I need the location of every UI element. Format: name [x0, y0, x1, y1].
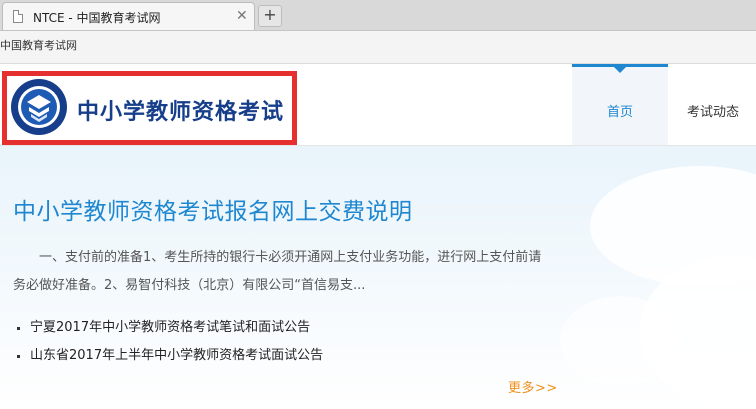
close-icon[interactable]: ✕ — [236, 8, 248, 24]
chat-bubble-icon[interactable] — [698, 379, 732, 405]
browser-tab[interactable]: NTCE - 中国教育考试网 ✕ — [2, 2, 255, 30]
article-summary: 一、支付前的准备1、考生所持的银行卡必须开通网上支付业务功能，进行网上支付前请务… — [13, 250, 542, 293]
more-link[interactable]: 更多>> — [508, 377, 558, 396]
site-header: 中小学教师资格考试 首页 考试动态 — [0, 64, 756, 146]
new-tab-button[interactable]: + — [258, 5, 282, 27]
site-label[interactable]: 中国教育考试网 — [0, 37, 77, 53]
active-caret-icon — [614, 67, 626, 73]
browser-tab-strip: NTCE - 中国教育考试网 ✕ + — [0, 0, 756, 31]
bookmark-bar: 中国教育考试网 — [0, 31, 756, 64]
page-icon — [13, 10, 23, 23]
cloud-decoration — [560, 296, 680, 386]
tab-title: NTCE - 中国教育考试网 — [33, 11, 161, 25]
nav-item-exam-news[interactable]: 考试动态 — [668, 64, 756, 145]
nav-item-label: 考试动态 — [687, 105, 740, 120]
news-item[interactable]: 宁夏2017年中小学教师资格考试笔试和面试公告 — [16, 318, 323, 346]
news-list: 宁夏2017年中小学教师资格考试笔试和面试公告 山东省2017年上半年中小学教师… — [16, 318, 323, 374]
nav-item-home[interactable]: 首页 — [572, 64, 668, 145]
nav-item-label: 首页 — [606, 105, 633, 120]
news-item[interactable]: 山东省2017年上半年中小学教师资格考试面试公告 — [16, 346, 323, 374]
logo-emblem-icon — [11, 79, 67, 135]
page-headline[interactable]: 中小学教师资格考试报名网上交费说明 — [13, 192, 413, 226]
logo-title: 中小学教师资格考试 — [77, 100, 285, 125]
main-banner: 中小学教师资格考试报名网上交费说明 一、支付前的准备1、考生所持的银行卡必须开通… — [0, 146, 756, 409]
logo-highlight[interactable]: 中小学教师资格考试 — [2, 71, 297, 145]
